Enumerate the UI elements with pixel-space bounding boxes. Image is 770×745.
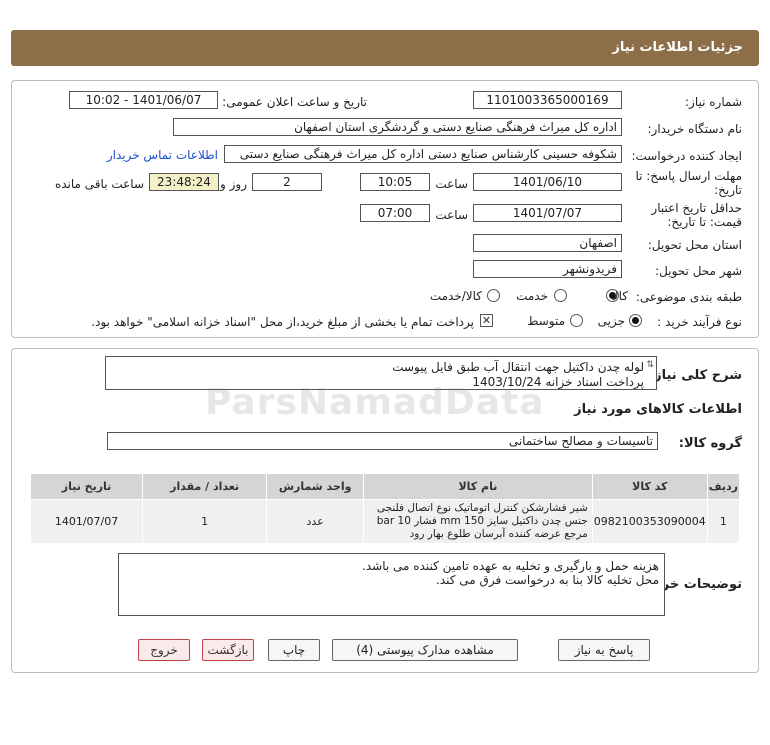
validity-date-field[interactable]: 1401/07/07	[473, 204, 622, 222]
row-date: 1401/07/07	[29, 499, 144, 544]
row-name: شیر فشارشکن کنترل اتوماتیک نوع اتصال فلن…	[363, 499, 593, 544]
back-button[interactable]: بازگشت	[202, 639, 254, 661]
items-table: ردیف کد کالا نام کالا واحد شمارش تعداد /…	[29, 473, 741, 544]
days-field[interactable]: 2	[252, 173, 322, 191]
row-index: 1	[706, 499, 741, 544]
city-label: شهر محل تحویل:	[655, 264, 742, 278]
process-minor-radio[interactable]	[629, 314, 642, 327]
col-date-header: تاریخ نیاز	[29, 473, 144, 500]
exit-button[interactable]: خروج	[138, 639, 190, 661]
process-medium-label: متوسط	[527, 314, 565, 328]
col-code-header: کد کالا	[591, 473, 708, 500]
row-qty: 1	[142, 499, 268, 544]
items-info-title: اطلاعات کالاهای مورد نیاز	[574, 402, 742, 417]
validity-label-2: قیمت: تا تاریخ:	[667, 215, 742, 229]
province-field[interactable]: اصفهان	[473, 234, 622, 252]
buyer-notes-box: هزینه حمل و بارگیری و تخلیه به عهده تامی…	[118, 553, 665, 616]
city-field[interactable]: فریدونشهر	[473, 260, 622, 278]
category-label: طبقه بندی موضوعی:	[635, 290, 742, 304]
table-row[interactable]: 1 0982100353090004 شیر فشارشکن کنترل اتو…	[29, 499, 741, 544]
summary-line-1: لوله چدن داکتیل جهت انتقال آب طبق فایل پ…	[392, 360, 644, 374]
row-code: 0982100353090004	[591, 499, 708, 544]
announce-date-field[interactable]: 1401/06/07 - 10:02	[69, 91, 218, 109]
process-medium-radio[interactable]	[570, 314, 583, 327]
summary-line-2: پرداخت اسناد خزانه 1403/10/24	[472, 375, 644, 389]
remaining-time-field: 23:48:24	[149, 173, 219, 191]
process-minor-label: جزیی	[597, 314, 625, 328]
deadline-date-field[interactable]: 1401/06/10	[473, 173, 622, 191]
resize-handle-icon[interactable]: ⇅	[646, 360, 654, 370]
page-header: جزئیات اطلاعات نیاز	[11, 30, 759, 66]
page-title: جزئیات اطلاعات نیاز	[612, 40, 743, 55]
need-number-label: شماره نیاز:	[685, 95, 742, 109]
buyer-notes-line-1: هزینه حمل و بارگیری و تخلیه به عهده تامی…	[362, 559, 659, 573]
remaining-label: ساعت باقی مانده	[54, 177, 144, 191]
deadline-label: مهلت ارسال پاسخ: تا	[635, 169, 742, 183]
announce-date-label: تاریخ و ساعت اعلان عمومی:	[222, 95, 367, 109]
col-index-header: ردیف	[706, 473, 741, 500]
category-both-radio[interactable]	[487, 289, 500, 302]
province-label: استان محل تحویل:	[647, 238, 742, 252]
attachments-button[interactable]: مشاهده مدارک پیوستی (4)	[332, 639, 518, 661]
table-header-row: ردیف کد کالا نام کالا واحد شمارش تعداد /…	[29, 473, 741, 500]
process-label: نوع فرآیند خرید :	[657, 315, 742, 329]
validity-time-field[interactable]: 07:00	[360, 204, 430, 222]
validity-time-label: ساعت	[435, 208, 468, 222]
deadline-time-label: ساعت	[435, 177, 468, 191]
deadline-time-field[interactable]: 10:05	[360, 173, 430, 191]
need-number-field[interactable]: 1101003365000169	[473, 91, 622, 109]
deadline-label-2: تاریخ:	[714, 183, 742, 197]
reply-button[interactable]: پاسخ به نیاز	[558, 639, 650, 661]
buyer-notes-line-2: محل تخلیه کالا بنا به درخواست فرق می کند…	[436, 573, 659, 587]
requester-field[interactable]: شکوفه حسینی کارشناس صنایع دستی اداره کل …	[224, 145, 622, 163]
buyer-org-field[interactable]: اداره کل میراث فرهنگی صنایع دستی و گردشگ…	[173, 118, 622, 136]
row-unit: عدد	[266, 499, 365, 544]
buyer-org-label: نام دستگاه خریدار:	[647, 122, 743, 136]
col-unit-header: واحد شمارش	[266, 473, 365, 500]
col-name-header: نام کالا	[363, 473, 593, 500]
days-label: روز و	[220, 177, 247, 191]
buyer-contact-link[interactable]: اطلاعات تماس خریدار	[107, 148, 218, 162]
category-service-label: خدمت	[516, 289, 548, 303]
treasury-note: پرداخت تمام یا بخشی از مبلغ خرید،از محل …	[91, 315, 474, 329]
treasury-checkbox[interactable]: ✕	[480, 314, 493, 327]
summary-label: شرح کلی نیاز:	[648, 368, 742, 383]
print-button[interactable]: چاپ	[268, 639, 320, 661]
goods-group-field[interactable]: تاسیسات و مصالح ساختمانی	[107, 432, 658, 450]
requester-label: ایجاد کننده درخواست:	[631, 149, 742, 163]
validity-label: حداقل تاریخ اعتبار	[651, 201, 742, 215]
category-service-radio[interactable]	[554, 289, 567, 302]
category-goods-label: کالا	[611, 289, 628, 303]
category-both-label: کالا/خدمت	[429, 289, 482, 303]
summary-box: لوله چدن داکتیل جهت انتقال آب طبق فایل پ…	[105, 356, 657, 390]
goods-group-label: گروه کالا:	[678, 436, 742, 451]
col-qty-header: تعداد / مقدار	[142, 473, 268, 500]
